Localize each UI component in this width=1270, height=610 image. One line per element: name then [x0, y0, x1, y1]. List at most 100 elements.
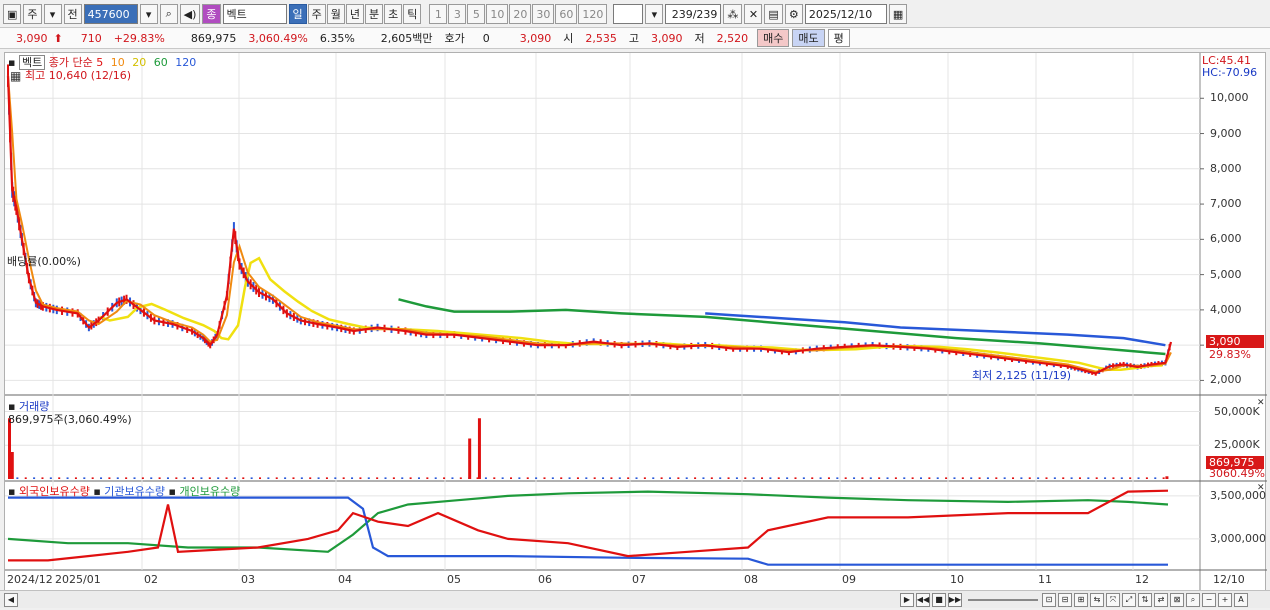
volume-bar: [250, 477, 253, 479]
prev-button[interactable]: 전: [63, 4, 82, 24]
tool-icon[interactable]: ⇆: [1090, 592, 1104, 607]
zoom-slider[interactable]: [968, 598, 1038, 601]
save-icon[interactable]: ▤: [764, 4, 783, 24]
price-change-pct: +29.83%: [113, 31, 165, 45]
period-tick-button[interactable]: 틱: [403, 4, 422, 24]
minus-icon[interactable]: −: [1202, 592, 1216, 607]
calendar-icon[interactable]: ▦: [10, 69, 21, 83]
date-input[interactable]: 2025/12/10: [804, 4, 887, 24]
period-second-button[interactable]: 초: [384, 4, 403, 24]
speaker-icon[interactable]: ◀): [179, 4, 201, 24]
tool-icon[interactable]: ⊡: [1042, 592, 1056, 607]
buy-button[interactable]: 매수: [757, 29, 790, 47]
interval-button[interactable]: 10: [486, 4, 509, 24]
link-icon[interactable]: ⁂: [723, 4, 743, 24]
last-price-tag: 3,090: [1206, 335, 1264, 348]
volume-bar: [919, 477, 922, 479]
interval-dropdown-icon[interactable]: ▾: [645, 4, 664, 24]
code-dropdown-icon[interactable]: ▾: [139, 4, 158, 24]
scroll-left-icon[interactable]: ◀: [4, 592, 18, 607]
volume-bar: [91, 477, 94, 479]
scroll-right-icon[interactable]: ▶: [900, 592, 914, 607]
volume-bar: [8, 418, 11, 479]
volume-bar: [384, 477, 387, 479]
close-icon[interactable]: ✕: [1257, 398, 1265, 408]
open-label: 시: [563, 32, 574, 45]
sell-button[interactable]: 매도: [792, 29, 825, 47]
interval-button[interactable]: 1: [429, 4, 448, 24]
period-minute-button[interactable]: 분: [365, 4, 384, 24]
volume-bar: [576, 477, 579, 479]
volume-bar: [325, 477, 328, 479]
interval-button[interactable]: 30: [532, 4, 555, 24]
tool-icon[interactable]: ⤧: [1106, 592, 1120, 607]
volume-info: 869,975주(3,060.49%): [8, 413, 132, 426]
forward-icon[interactable]: ▶▶: [948, 592, 962, 607]
interval-button[interactable]: 60: [555, 4, 578, 24]
up-arrow-icon: ⬆: [53, 31, 63, 45]
ma-120-line: [705, 312, 1166, 347]
volume-bar: [484, 477, 487, 479]
period-dropdown-icon[interactable]: ▾: [43, 4, 62, 24]
volume-bar: [535, 477, 538, 479]
volume-bar: [802, 477, 805, 479]
period-year-button[interactable]: 년: [345, 4, 365, 24]
eval-button[interactable]: 평: [827, 29, 850, 47]
volume-bar: [886, 477, 889, 479]
volume-bar: [568, 477, 571, 479]
volume-bar: [894, 477, 897, 479]
interval-button[interactable]: 120: [578, 4, 608, 24]
search-icon[interactable]: ⌕: [159, 4, 178, 24]
interval-button[interactable]: 3: [448, 4, 467, 24]
calendar-icon[interactable]: ▦: [888, 4, 908, 24]
volume-bar: [175, 477, 178, 479]
tool-icon[interactable]: ⊠: [1170, 592, 1184, 607]
scroll-track[interactable]: [20, 594, 900, 606]
x-tick-label: 10: [950, 573, 964, 586]
tool-icon[interactable]: ⊞: [1074, 592, 1088, 607]
x-tick-label: 05: [447, 573, 461, 586]
period-month-button[interactable]: 월: [326, 4, 345, 24]
quote-bar: 3,090 ⬆ 710 +29.83% 869,975 3,060.49% 6.…: [0, 27, 1270, 49]
volume-bar: [367, 477, 370, 479]
volume-bar: [978, 477, 981, 479]
menu-icon[interactable]: ▪: [8, 56, 15, 69]
interval-button[interactable]: 20: [509, 4, 532, 24]
volume-bar: [33, 477, 36, 479]
chart-area[interactable]: ▪ 벡트 종가 단순 5 10 20 60 120 최고 10,640 (12/…: [4, 52, 1267, 593]
period-week-button[interactable]: 주: [307, 4, 326, 24]
volume-bar: [158, 477, 161, 479]
volume-tick-label: 25,000K: [1214, 438, 1260, 452]
retail-holding-line: [7, 490, 1169, 553]
tool-icon[interactable]: ⇄: [1154, 592, 1168, 607]
rewind-icon[interactable]: ◀◀: [916, 592, 930, 607]
volume-bar: [334, 477, 337, 479]
period-day-button[interactable]: 일: [288, 4, 307, 24]
code-input[interactable]: 457600: [83, 4, 138, 24]
volume-bar: [1162, 477, 1165, 479]
volume-bar: [108, 477, 111, 479]
crosshair-icon[interactable]: ✕: [744, 4, 763, 24]
menu-icon[interactable]: ▪: [8, 485, 15, 498]
interval-button[interactable]: 5: [467, 4, 486, 24]
volume-bar: [1078, 477, 1081, 479]
tool-icon[interactable]: ⊟: [1058, 592, 1072, 607]
search-icon[interactable]: ⌕: [1186, 592, 1200, 607]
volume-bar: [694, 477, 697, 479]
auto-icon[interactable]: A: [1234, 592, 1248, 607]
period-type-button[interactable]: 주: [23, 4, 42, 24]
chart-type-icon[interactable]: ▣: [3, 4, 22, 24]
stock-name[interactable]: 벡트: [222, 4, 287, 24]
x-tick-label: 06: [538, 573, 552, 586]
plus-icon[interactable]: +: [1218, 592, 1232, 607]
high-price: 3,090: [651, 31, 683, 45]
gear-icon[interactable]: ⚙: [784, 4, 803, 24]
tool-icon[interactable]: ⇅: [1138, 592, 1152, 607]
volume-bar: [275, 477, 278, 479]
stop-icon[interactable]: ■: [932, 592, 946, 607]
high-label: 고: [628, 32, 640, 45]
chart-svg[interactable]: [5, 53, 1267, 593]
interval-input[interactable]: [613, 4, 644, 24]
close-icon[interactable]: ✕: [1257, 483, 1265, 493]
tool-icon[interactable]: ⤢: [1122, 592, 1136, 607]
